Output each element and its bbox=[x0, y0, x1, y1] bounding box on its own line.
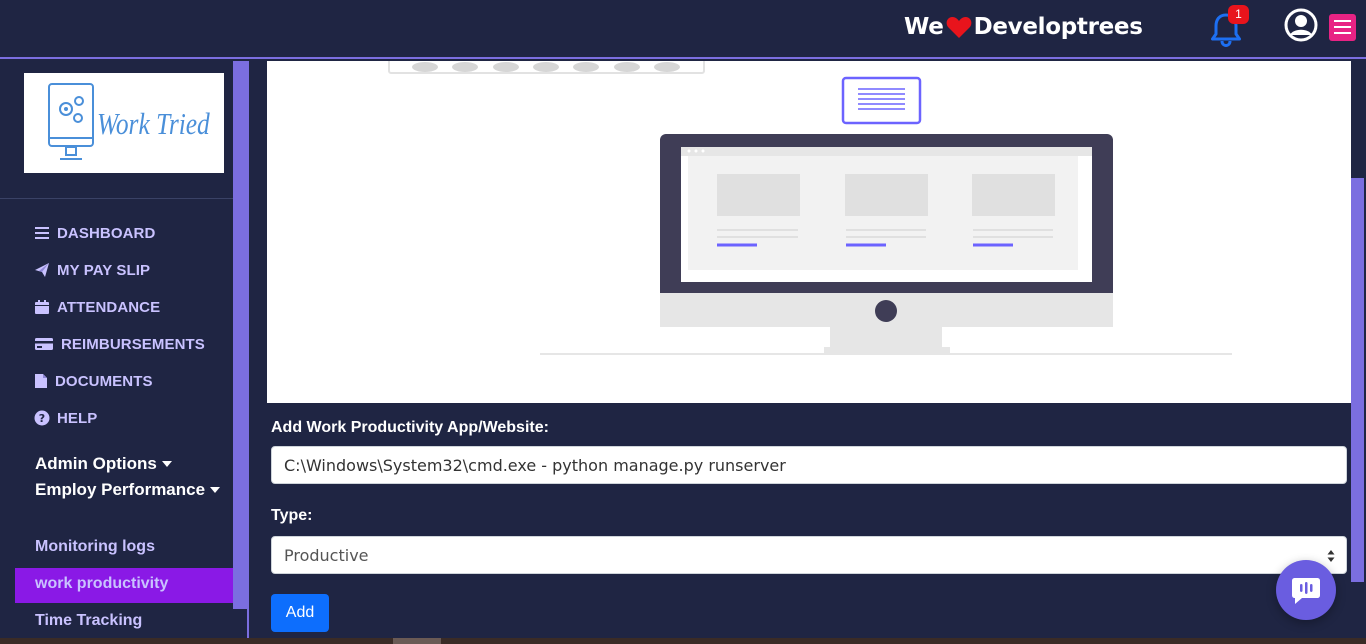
caret-down-icon bbox=[210, 487, 221, 493]
sidebar-item-pay-slip[interactable]: MY PAY SLIP bbox=[34, 259, 150, 281]
menu-line bbox=[1334, 20, 1351, 22]
sidebar-item-work-productivity[interactable]: work productivity bbox=[35, 575, 168, 593]
sidebar-divider bbox=[0, 198, 233, 199]
user-avatar-icon[interactable] bbox=[1284, 8, 1318, 42]
sidebar-item-dashboard[interactable]: DASHBOARD bbox=[34, 222, 155, 244]
sidebar-item-monitoring-logs[interactable]: Monitoring logs bbox=[35, 538, 155, 556]
heart-icon bbox=[946, 17, 971, 38]
chat-bubble-icon bbox=[1292, 578, 1320, 604]
brand-title: We Developtrees bbox=[904, 11, 1143, 43]
question-circle-icon: ? bbox=[34, 410, 50, 426]
file-icon bbox=[35, 374, 47, 388]
credit-card-icon bbox=[35, 338, 53, 350]
computer-illustration bbox=[388, 61, 1232, 355]
main-scrollbar[interactable] bbox=[1351, 178, 1364, 582]
add-button[interactable]: Add bbox=[271, 594, 329, 632]
sidebar-item-label: DOCUMENTS bbox=[55, 372, 153, 390]
employ-performance-toggle[interactable]: Employ Performance bbox=[35, 480, 221, 500]
calendar-icon bbox=[35, 300, 49, 314]
brand-prefix: We bbox=[904, 14, 944, 40]
paper-plane-icon bbox=[35, 263, 49, 277]
sidebar-item-label: DASHBOARD bbox=[57, 224, 156, 242]
computer-gear-logo-icon bbox=[48, 83, 94, 160]
sidebar-item-label: MY PAY SLIP bbox=[57, 261, 151, 279]
svg-text:?: ? bbox=[39, 412, 45, 425]
select-arrows-icon bbox=[1327, 550, 1335, 562]
type-selected-value: Productive bbox=[284, 545, 369, 565]
taskbar-strip bbox=[0, 638, 1366, 644]
sidebar-item-label: REIMBURSEMENTS bbox=[61, 335, 205, 353]
logo-text: Work Tried bbox=[97, 106, 210, 141]
menu-line bbox=[1334, 32, 1351, 34]
type-select[interactable]: Productive bbox=[271, 536, 1347, 574]
brand-name: Developtrees bbox=[973, 14, 1143, 40]
app-website-input[interactable] bbox=[271, 446, 1347, 484]
admin-options-label: Admin Options bbox=[35, 454, 157, 473]
app-root: We Developtrees 1 Work Tried DASHBOARD M… bbox=[0, 0, 1366, 644]
type-label: Type: bbox=[271, 507, 313, 524]
sidebar-item-label: HELP bbox=[57, 409, 98, 427]
bars-icon bbox=[35, 227, 49, 239]
sidebar-item-attendance[interactable]: ATTENDANCE bbox=[34, 296, 160, 318]
notification-badge: 1 bbox=[1228, 5, 1249, 24]
hero-illustration bbox=[267, 61, 1351, 403]
sidebar-item-time-tracking[interactable]: Time Tracking bbox=[35, 612, 142, 630]
hamburger-menu-button[interactable] bbox=[1329, 14, 1356, 41]
app-website-label: Add Work Productivity App/Website: bbox=[271, 419, 549, 436]
sidebar-scrollbar[interactable] bbox=[233, 61, 247, 609]
employ-performance-label: Employ Performance bbox=[35, 480, 206, 499]
sidebar-item-help[interactable]: ? HELP bbox=[34, 407, 97, 429]
top-navbar: We Developtrees 1 bbox=[0, 0, 1366, 59]
caret-down-icon bbox=[161, 461, 172, 467]
sidebar-item-label: ATTENDANCE bbox=[57, 298, 161, 316]
menu-line bbox=[1334, 26, 1351, 28]
sidebar-item-reimbursements[interactable]: REIMBURSEMENTS bbox=[34, 333, 205, 355]
admin-options-toggle[interactable]: Admin Options bbox=[35, 454, 172, 474]
sidebar-item-documents[interactable]: DOCUMENTS bbox=[34, 370, 153, 392]
chat-widget-button[interactable] bbox=[1276, 560, 1336, 620]
sidebar-border bbox=[247, 61, 249, 644]
taskbar-item bbox=[393, 638, 441, 644]
